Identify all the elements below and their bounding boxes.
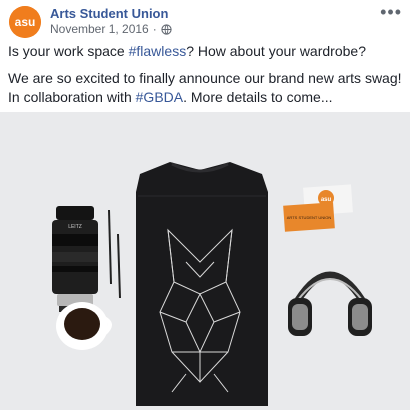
line2-suffix: . More details to come... [183, 89, 333, 105]
post-line-1: Is your work space #flawless? How about … [8, 42, 404, 61]
tshirt-graphic [136, 162, 268, 406]
avatar-text: asu [15, 15, 36, 29]
post-date[interactable]: November 1, 2016 [50, 22, 149, 36]
asu-logo-icon: asu [9, 6, 41, 38]
card-label-text: ARTS STUDENT UNION [287, 215, 332, 220]
facebook-post: asu Arts Student Union November 1, 2016 … [0, 0, 410, 410]
post-text: Is your work space #flawless? How about … [8, 42, 404, 115]
post-meta: November 1, 2016 · [50, 22, 172, 36]
more-options-icon[interactable]: ••• [380, 2, 402, 23]
lens-brand-label: LEITZ [68, 224, 82, 230]
line1-text: Is your work space [8, 43, 129, 59]
page-name-link[interactable]: Arts Student Union [50, 6, 168, 21]
camera-lens-graphic: LEITZ [52, 206, 98, 312]
post-photo[interactable]: LEITZ asu ARTS STUDENT UNION [0, 112, 410, 410]
post-header: asu Arts Student Union November 1, 2016 … [0, 0, 410, 40]
photo-scene: LEITZ asu ARTS STUDENT UNION [0, 112, 410, 410]
line1-suffix: ? How about your wardrobe? [186, 43, 366, 59]
hashtag-flawless[interactable]: #flawless [129, 43, 187, 59]
hashtag-gbda[interactable]: #GBDA [136, 89, 183, 105]
post-line-2: We are so excited to finally announce ou… [8, 69, 404, 107]
globe-icon [161, 23, 172, 35]
date-separator: · [152, 22, 157, 36]
page-avatar[interactable]: asu [9, 6, 41, 38]
card-logo-text: asu [321, 197, 332, 203]
